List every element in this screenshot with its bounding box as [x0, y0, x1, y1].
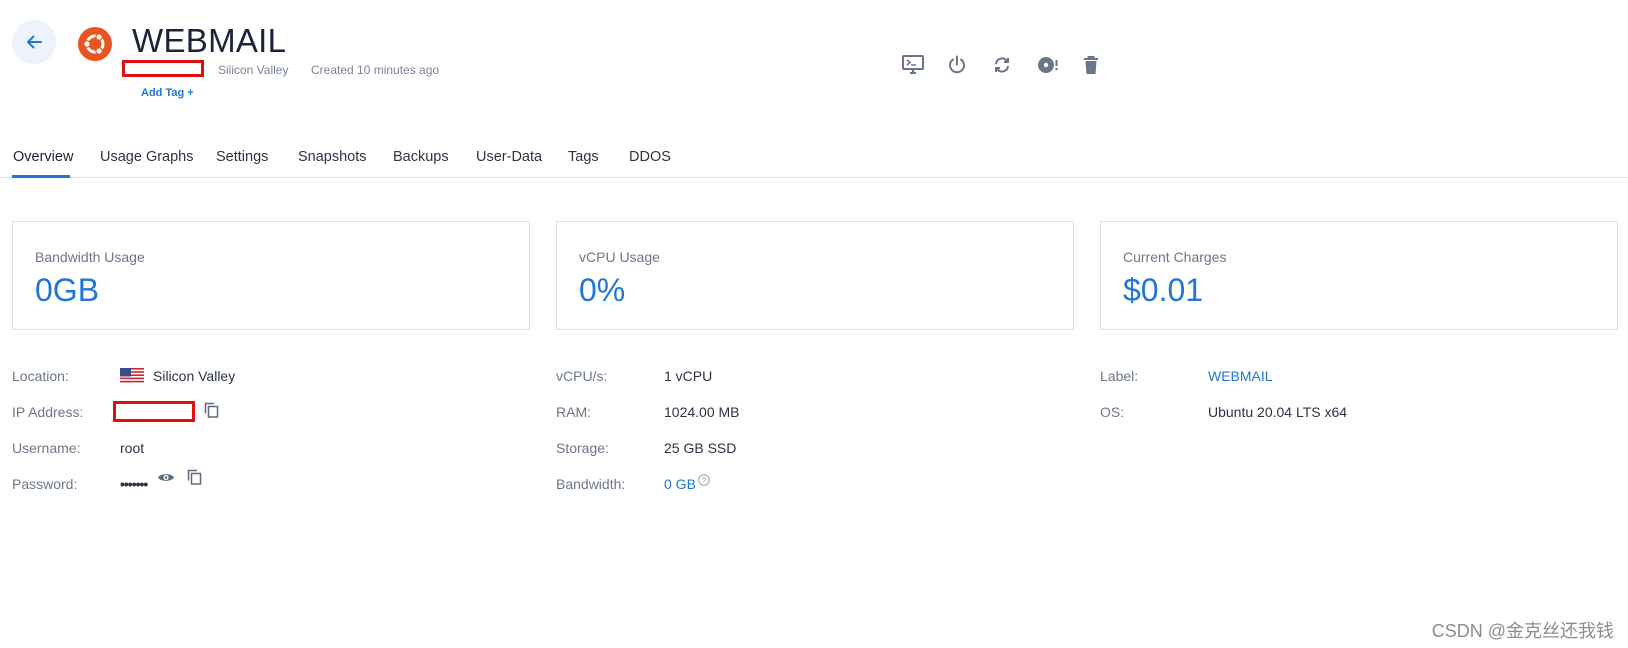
view-console-button[interactable] — [902, 52, 947, 78]
tab-backups[interactable]: Backups — [393, 149, 449, 165]
redacted-ip-box — [122, 60, 204, 77]
username-value: root — [120, 440, 145, 456]
tab-overview[interactable]: Overview — [13, 149, 73, 165]
card-label: Bandwidth Usage — [35, 249, 145, 265]
server-stop-button[interactable] — [947, 52, 992, 78]
server-actions — [902, 52, 1127, 78]
password-value: ••••••• — [120, 476, 148, 492]
bandwidth-value-link[interactable]: 0 GB — [664, 476, 696, 492]
ip-address-label: IP Address: — [12, 404, 84, 420]
tab-tags[interactable]: Tags — [568, 149, 599, 165]
card-label: vCPU Usage — [579, 249, 660, 265]
server-reinstall-button[interactable] — [1037, 52, 1082, 78]
server-location: Silicon Valley — [218, 63, 289, 77]
card-label: Current Charges — [1123, 249, 1227, 265]
server-title: WEBMAIL — [132, 22, 287, 59]
active-tab-indicator — [12, 175, 70, 178]
power-icon — [949, 55, 965, 74]
location-value: Silicon Valley — [153, 368, 236, 384]
vcpu-usage-card: vCPU Usage 0% — [556, 221, 1074, 330]
tab-usage-graphs[interactable]: Usage Graphs — [100, 149, 194, 165]
eye-icon[interactable] — [157, 471, 175, 484]
card-value: $0.01 — [1123, 272, 1204, 308]
storage-label: Storage: — [556, 440, 609, 456]
svg-text:?: ? — [702, 476, 707, 485]
card-value: 0% — [579, 272, 626, 308]
add-tag-link[interactable]: Add Tag + — [141, 87, 194, 99]
disc-alert-icon — [1038, 57, 1058, 73]
tab-settings[interactable]: Settings — [216, 149, 268, 165]
vcpu-label: vCPU/s: — [556, 368, 608, 384]
os-label: OS: — [1100, 404, 1125, 420]
current-charges-card: Current Charges $0.01 — [1100, 221, 1618, 330]
password-label: Password: — [12, 476, 78, 492]
back-button[interactable] — [12, 20, 56, 64]
username-label: Username: — [12, 440, 81, 456]
ubuntu-logo-icon — [78, 27, 112, 61]
copy-ip-icon[interactable] — [204, 402, 219, 418]
storage-value: 25 GB SSD — [664, 440, 737, 456]
redacted-ip-address — [113, 401, 195, 422]
ram-label: RAM: — [556, 404, 591, 420]
csdn-watermark: CSDN @金克丝还我钱 — [1431, 621, 1614, 641]
created-time: Created 10 minutes ago — [311, 63, 440, 77]
monitor-console-icon — [902, 55, 924, 74]
tab-snapshots[interactable]: Snapshots — [298, 149, 367, 165]
vcpu-value: 1 vCPU — [664, 368, 713, 384]
tab-bar: Overview Usage Graphs Settings Snapshots… — [0, 144, 1628, 178]
tab-user-data[interactable]: User-Data — [476, 149, 542, 165]
tab-ddos[interactable]: DDOS — [629, 149, 671, 165]
card-value: 0GB — [35, 272, 100, 308]
help-question-icon[interactable]: ? — [698, 474, 710, 486]
refresh-icon — [995, 57, 1009, 73]
os-value: Ubuntu 20.04 LTS x64 — [1208, 404, 1348, 420]
us-flag-icon — [120, 368, 144, 384]
bandwidth-usage-card: Bandwidth Usage 0GB — [12, 221, 530, 330]
copy-password-icon[interactable] — [187, 469, 202, 485]
arrow-left-icon — [27, 35, 42, 49]
server-label-link[interactable]: WEBMAIL — [1208, 368, 1273, 384]
server-destroy-button[interactable] — [1082, 52, 1127, 78]
server-label-label: Label: — [1100, 368, 1139, 384]
trash-icon — [1084, 56, 1098, 74]
location-label: Location: — [12, 368, 69, 384]
server-restart-button[interactable] — [992, 52, 1037, 78]
ram-value: 1024.00 MB — [664, 404, 740, 420]
bandwidth-label: Bandwidth: — [556, 476, 626, 492]
